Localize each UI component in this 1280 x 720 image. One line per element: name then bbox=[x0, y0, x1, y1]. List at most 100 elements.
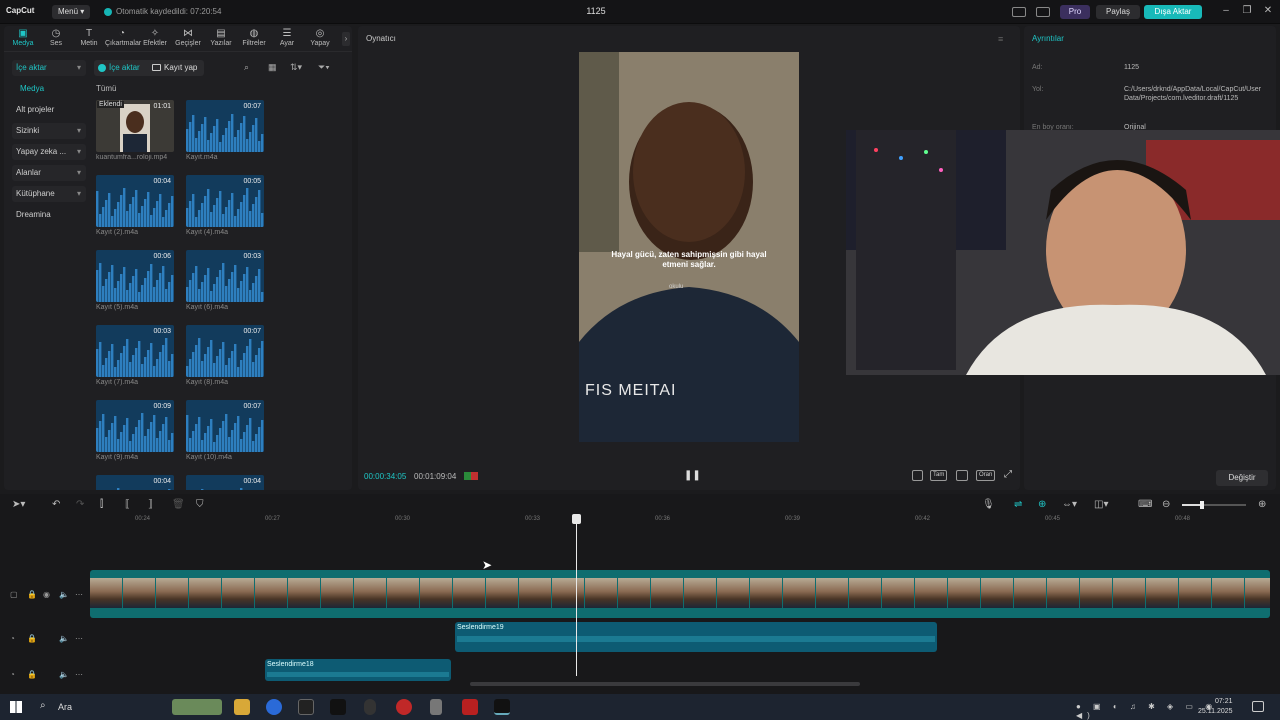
obs-icon[interactable] bbox=[396, 699, 412, 715]
trim-right-icon[interactable]: ⟧ bbox=[148, 499, 153, 510]
delete-icon[interactable]: 🗑 bbox=[172, 499, 185, 510]
playhead[interactable] bbox=[576, 514, 577, 676]
category-item[interactable]: Alt projeler bbox=[12, 102, 86, 118]
more-icon[interactable]: ⋯ bbox=[75, 670, 83, 679]
chevron-right-icon[interactable]: › bbox=[342, 32, 350, 46]
app-r-icon[interactable] bbox=[298, 699, 314, 715]
export-button[interactable]: Dışa Aktar bbox=[1144, 5, 1202, 19]
windows-start-icon[interactable] bbox=[10, 701, 22, 713]
media-item[interactable]: 00:09 Kayıt (9).m4a bbox=[96, 400, 176, 461]
category-item[interactable]: Yapay zeka ... ▾ bbox=[12, 144, 86, 160]
lock-icon[interactable]: 🔒 bbox=[27, 634, 37, 643]
category-item[interactable]: Kütüphane ▾ bbox=[12, 186, 86, 202]
tool-tab-9[interactable]: ◎ Yapay bbox=[303, 28, 337, 50]
timeline-ruler[interactable]: 00:24 00:27 00:30 00:33 00:36 00:39 00:42 00:45… bbox=[90, 516, 1280, 528]
ratio-button[interactable]: Oran bbox=[976, 470, 996, 481]
view-grid-icon[interactable]: ▦ bbox=[268, 62, 277, 73]
video-preview[interactable]: Hayal gücü, zaten sahipmişsin gibi hayal… bbox=[579, 52, 799, 442]
zoom-slider-thumb[interactable] bbox=[1200, 501, 1204, 509]
widget-icon[interactable] bbox=[172, 699, 222, 715]
tool-tab-5[interactable]: ⋈ Geçişler bbox=[171, 28, 205, 50]
video-clip[interactable] bbox=[90, 570, 1270, 618]
microphone-app-icon[interactable] bbox=[430, 699, 442, 715]
pro-button[interactable]: Pro bbox=[1060, 5, 1090, 19]
crop-icon[interactable] bbox=[912, 470, 923, 481]
layout-icon[interactable] bbox=[1012, 7, 1026, 17]
record-tab[interactable]: Kayıt yap bbox=[148, 60, 204, 76]
player-menu-icon[interactable]: ≡ bbox=[998, 34, 1003, 44]
zoom-slider[interactable] bbox=[1182, 501, 1246, 509]
zoom-in-icon[interactable]: ⊕ bbox=[1258, 499, 1266, 510]
tool-tab-1[interactable]: ◷ Ses bbox=[39, 28, 73, 50]
taskbar-search[interactable]: Ara bbox=[58, 702, 72, 712]
chrome-icon[interactable] bbox=[266, 699, 282, 715]
zoom-out-icon[interactable]: ⊖ bbox=[1162, 499, 1170, 510]
media-item[interactable]: Eklendi 01:01 kuantumfra...roloji.mp4 bbox=[96, 100, 176, 161]
tool-tab-7[interactable]: ◍ Filtreler bbox=[237, 28, 271, 50]
timeline-scrollbar[interactable] bbox=[470, 682, 860, 686]
media-item[interactable]: 00:04 Kayıt (2).m4a bbox=[96, 175, 176, 236]
redo-icon[interactable]: ↷ bbox=[76, 499, 84, 510]
filter-icon[interactable]: ⏷▾ bbox=[318, 62, 330, 73]
search-icon[interactable]: ⌕ bbox=[40, 700, 46, 711]
app-icon[interactable] bbox=[364, 699, 376, 715]
tool-tab-2[interactable]: T Metin bbox=[72, 28, 106, 50]
snapshot-icon[interactable] bbox=[956, 470, 968, 481]
media-item[interactable]: 00:04 bbox=[96, 475, 176, 490]
preview-axis-icon[interactable]: ◫▾ bbox=[1094, 499, 1108, 510]
snap-icon[interactable]: ⇔▾ bbox=[1062, 499, 1077, 510]
category-item[interactable]: Medya bbox=[12, 81, 86, 97]
close-icon[interactable]: ✕ bbox=[1262, 5, 1274, 17]
caption-track-icon[interactable]: ⌨ bbox=[1138, 499, 1152, 510]
capcut-active-icon[interactable] bbox=[494, 699, 510, 715]
lock-icon[interactable]: 🔒 bbox=[27, 590, 37, 599]
media-item[interactable]: 00:07 Kayıt (10).m4a bbox=[186, 400, 266, 461]
minimize-icon[interactable]: – bbox=[1220, 5, 1232, 17]
shortcuts-icon[interactable] bbox=[1036, 7, 1050, 17]
share-button[interactable]: Paylaş bbox=[1096, 5, 1140, 19]
change-button[interactable]: Değiştir bbox=[1216, 470, 1268, 486]
tool-tab-0[interactable]: ▣ Medya bbox=[6, 28, 40, 50]
pause-icon[interactable]: ❚❚ bbox=[684, 470, 701, 481]
media-item[interactable]: 00:05 Kayıt (4).m4a bbox=[186, 175, 266, 236]
playhead-handle[interactable] bbox=[572, 514, 581, 524]
trim-left-icon[interactable]: ⟦ bbox=[125, 499, 130, 510]
tool-tab-6[interactable]: ▤ Yazılar bbox=[204, 28, 238, 50]
media-item[interactable]: 00:03 Kayıt (7).m4a bbox=[96, 325, 176, 386]
tool-tab-3[interactable]: ◔ Çıkartmalar bbox=[105, 28, 141, 50]
track-cover-icon[interactable]: ▢ bbox=[10, 590, 18, 599]
tool-tab-4[interactable]: ✧ Efektler bbox=[138, 28, 172, 50]
tool-tab-8[interactable]: ☰ Ayar bbox=[270, 28, 304, 50]
maximize-icon[interactable]: ❐ bbox=[1241, 5, 1253, 17]
menu-button[interactable]: Menü ▾ bbox=[52, 5, 91, 19]
more-icon[interactable]: ⋯ bbox=[75, 634, 83, 643]
media-item[interactable]: 00:06 Kayıt (5).m4a bbox=[96, 250, 176, 311]
marker-icon[interactable]: ⛉ bbox=[196, 499, 204, 510]
eye-icon[interactable]: ◉ bbox=[43, 590, 50, 599]
category-item[interactable]: Alanlar ▾ bbox=[12, 165, 86, 181]
magnet-icon[interactable]: ⊕ bbox=[1038, 499, 1046, 510]
select-tool-icon[interactable]: ➤▾ bbox=[12, 499, 25, 510]
capcut-icon[interactable] bbox=[330, 699, 346, 715]
audio-clip[interactable]: Seslendirme18 bbox=[265, 659, 451, 681]
audio-track-icon[interactable]: ◔ bbox=[10, 634, 15, 643]
category-item[interactable]: Dreamina bbox=[12, 207, 86, 223]
more-icon[interactable]: ⋯ bbox=[75, 590, 83, 599]
speaker-icon[interactable]: 🔈 bbox=[59, 670, 69, 679]
category-item[interactable]: İçe aktar ▾ bbox=[12, 60, 86, 76]
media-item[interactable]: 00:04 bbox=[186, 475, 266, 490]
audio-clip[interactable]: Seslendirme19 bbox=[455, 622, 937, 652]
audio-track-icon[interactable]: ◔ bbox=[10, 670, 15, 679]
category-item[interactable]: Sizinki ▾ bbox=[12, 123, 86, 139]
speaker-icon[interactable]: 🔈 bbox=[59, 590, 69, 599]
microphone-icon[interactable]: 🎙 bbox=[982, 499, 995, 510]
media-item[interactable]: 00:03 Kayıt (6).m4a bbox=[186, 250, 266, 311]
file-explorer-icon[interactable] bbox=[234, 699, 250, 715]
fullscreen-icon[interactable]: ⤢ bbox=[1004, 469, 1012, 480]
undo-icon[interactable]: ↶ bbox=[52, 499, 60, 510]
media-item[interactable]: 00:07 Kayıt (8).m4a bbox=[186, 325, 266, 386]
notification-icon[interactable] bbox=[1252, 701, 1264, 712]
video-app-icon[interactable] bbox=[462, 699, 478, 715]
speaker-icon[interactable]: 🔈 bbox=[59, 634, 69, 643]
search-icon[interactable]: ⌕ bbox=[244, 62, 249, 73]
